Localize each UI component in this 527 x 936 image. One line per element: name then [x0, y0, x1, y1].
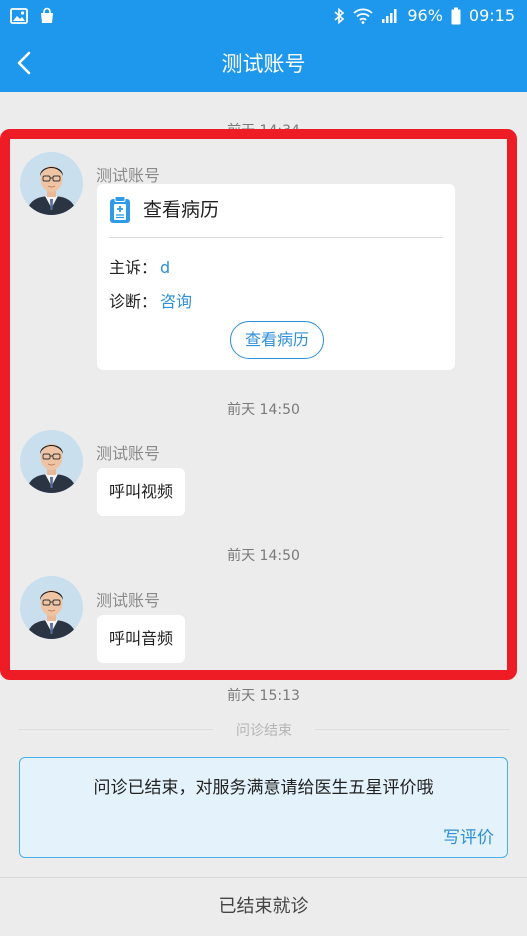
- diagnosis-value: 咨询: [160, 292, 193, 311]
- clock: 09:15: [468, 6, 515, 25]
- sender-name: 测试账号: [96, 591, 161, 610]
- notice-message: 问诊已结束，对服务满意请给医生五星评价哦: [93, 778, 434, 798]
- diagnosis-row: 诊断： 咨询: [109, 288, 192, 312]
- avatar[interactable]: [20, 152, 83, 215]
- card-title: 查看病历: [143, 199, 220, 221]
- signal-icon: [381, 8, 399, 24]
- consultation-ended-bar: 已结束就诊: [0, 877, 527, 936]
- gallery-icon: [10, 7, 28, 25]
- complaint-value: d: [160, 258, 171, 277]
- sender-name: 测试账号: [96, 166, 161, 185]
- battery-percent: 96%: [407, 6, 443, 25]
- consultation-end-divider: 问诊结束: [18, 720, 510, 740]
- app-bar: 测试账号: [0, 34, 527, 92]
- bluetooth-icon: [333, 7, 345, 25]
- shopping-bag-icon: [38, 7, 56, 25]
- complaint-label: 主诉：: [109, 258, 158, 277]
- wifi-icon: [353, 8, 373, 24]
- timestamp: 前天 14:50: [227, 548, 300, 564]
- divider-text: 问诊结束: [236, 723, 292, 739]
- clipboard-icon: [109, 196, 131, 228]
- timestamp: 前天 14:34: [227, 123, 300, 139]
- page-title: 测试账号: [221, 52, 306, 76]
- timestamp: 前天 15:13: [227, 688, 300, 704]
- timestamp: 前天 14:50: [227, 402, 300, 418]
- diagnosis-label: 诊断：: [109, 292, 158, 311]
- video-call-message[interactable]: 呼叫视频: [97, 468, 186, 516]
- write-review-link[interactable]: 写评价: [443, 823, 494, 848]
- card-header: 查看病历: [109, 196, 443, 238]
- rating-notice: 问诊已结束，对服务满意请给医生五星评价哦 写评价: [19, 757, 508, 858]
- avatar[interactable]: [20, 576, 83, 639]
- status-bar: 96% 09:15: [0, 0, 527, 34]
- complaint-row: 主诉： d: [109, 254, 170, 278]
- avatar[interactable]: [20, 430, 83, 493]
- sender-name: 测试账号: [96, 444, 161, 463]
- audio-call-message[interactable]: 呼叫音频: [97, 615, 186, 663]
- view-record-button[interactable]: 查看病历: [230, 321, 324, 359]
- medical-record-card[interactable]: 查看病历 主诉： d 诊断： 咨询 查看病历: [97, 184, 455, 370]
- battery-icon: [451, 7, 461, 25]
